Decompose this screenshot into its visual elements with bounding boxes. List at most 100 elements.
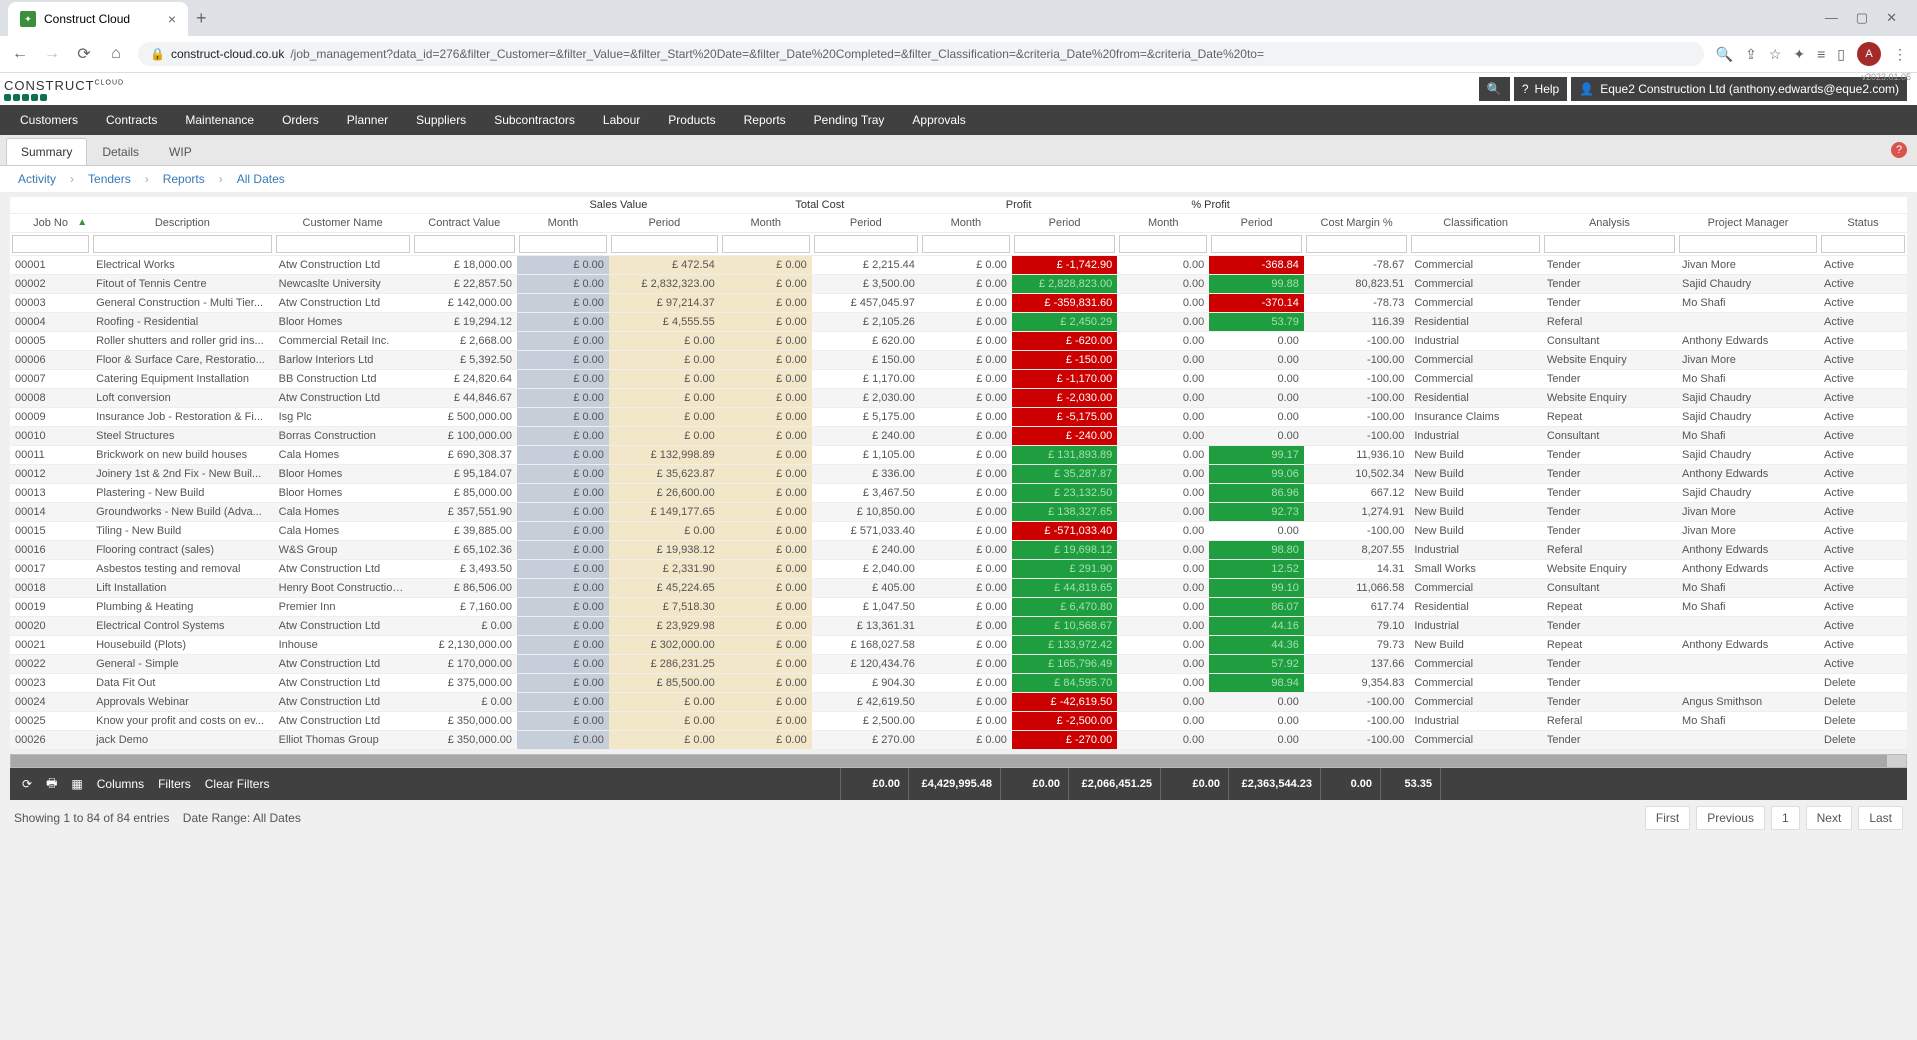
nav-contracts[interactable]: Contracts	[92, 105, 171, 135]
col-class[interactable]: Classification	[1409, 214, 1542, 233]
table-row[interactable]: 00012Joinery 1st & 2nd Fix - New Buil...…	[10, 465, 1907, 484]
subtab-summary[interactable]: Summary	[6, 138, 87, 165]
table-row[interactable]: 00023Data Fit OutAtw Construction Ltd£ 3…	[10, 674, 1907, 693]
filter-input-7[interactable]	[814, 235, 918, 253]
col-pmgr[interactable]: Project Manager	[1677, 214, 1819, 233]
clear-filters-button[interactable]: Clear Filters	[205, 777, 270, 791]
table-row[interactable]: 00008Loft conversionAtw Construction Ltd…	[10, 389, 1907, 408]
table-row[interactable]: 00014Groundworks - New Build (Adva...Cal…	[10, 503, 1907, 522]
col-cm[interactable]: Cost Margin %	[1304, 214, 1409, 233]
columns-button[interactable]: Columns	[97, 777, 144, 791]
prev-page-button[interactable]: Previous	[1696, 806, 1765, 830]
new-tab-button[interactable]: +	[196, 8, 207, 29]
table-row[interactable]: 00007Catering Equipment InstallationBB C…	[10, 370, 1907, 389]
first-page-button[interactable]: First	[1645, 806, 1690, 830]
reload-icon[interactable]: ⟳	[74, 44, 94, 64]
table-row[interactable]: 00009Insurance Job - Restoration & Fi...…	[10, 408, 1907, 427]
filter-input-9[interactable]	[1014, 235, 1115, 253]
star-icon[interactable]: ☆	[1769, 46, 1782, 63]
alert-badge-icon[interactable]: ?	[1891, 142, 1907, 158]
col-stat[interactable]: Status	[1819, 214, 1907, 233]
crumb-tenders[interactable]: Tenders	[88, 172, 131, 186]
filter-input-3[interactable]	[414, 235, 515, 253]
crumb-reports[interactable]: Reports	[163, 172, 205, 186]
table-row[interactable]: 00019Plumbing & HeatingPremier Inn£ 7,16…	[10, 598, 1907, 617]
table-row[interactable]: 00004Roofing - ResidentialBloor Homes£ 1…	[10, 313, 1907, 332]
nav-maintenance[interactable]: Maintenance	[171, 105, 268, 135]
list-icon[interactable]: ≡	[1817, 46, 1825, 62]
excel-icon[interactable]: ▦	[71, 777, 82, 791]
maximize-icon[interactable]: ▢	[1856, 10, 1868, 26]
col-jobno[interactable]: Job No ▲	[10, 214, 91, 233]
table-row[interactable]: 00018Lift InstallationHenry Boot Constru…	[10, 579, 1907, 598]
url-input[interactable]: 🔒 construct-cloud.co.uk/job_management?d…	[138, 42, 1704, 66]
page-number[interactable]: 1	[1771, 806, 1800, 830]
nav-labour[interactable]: Labour	[589, 105, 654, 135]
home-icon[interactable]: ⌂	[106, 45, 126, 63]
table-row[interactable]: 00026jack DemoElliot Thomas Group£ 350,0…	[10, 731, 1907, 750]
table-row[interactable]: 00020Electrical Control SystemsAtw Const…	[10, 617, 1907, 636]
col-cval[interactable]: Contract Value	[412, 214, 517, 233]
account-button[interactable]: 👤Eque2 Construction Ltd (anthony.edwards…	[1571, 77, 1907, 101]
table-row[interactable]: 00021Housebuild (Plots)Inhouse£ 2,130,00…	[10, 636, 1907, 655]
table-row[interactable]: 00003General Construction - Multi Tier..…	[10, 294, 1907, 313]
table-row[interactable]: 00010Steel StructuresBorras Construction…	[10, 427, 1907, 446]
table-row[interactable]: 00025Know your profit and costs on ev...…	[10, 712, 1907, 731]
filter-input-6[interactable]	[722, 235, 810, 253]
col-tcm[interactable]: Month	[720, 214, 812, 233]
table-row[interactable]: 00022General - SimpleAtw Construction Lt…	[10, 655, 1907, 674]
nav-pending-tray[interactable]: Pending Tray	[800, 105, 899, 135]
header-search-button[interactable]: 🔍	[1479, 77, 1510, 101]
forward-icon[interactable]: →	[42, 45, 62, 63]
user-avatar[interactable]: A	[1857, 42, 1881, 66]
col-pm[interactable]: Month	[920, 214, 1012, 233]
filter-input-4[interactable]	[519, 235, 607, 253]
horizontal-scrollbar[interactable]	[10, 754, 1907, 768]
nav-subcontractors[interactable]: Subcontractors	[480, 105, 589, 135]
filter-input-5[interactable]	[611, 235, 718, 253]
nav-products[interactable]: Products	[654, 105, 729, 135]
filter-input-13[interactable]	[1411, 235, 1540, 253]
col-tcp[interactable]: Period	[812, 214, 920, 233]
back-icon[interactable]: ←	[10, 45, 30, 63]
help-button[interactable]: ?Help	[1514, 77, 1567, 101]
browser-tab[interactable]: ✦ Construct Cloud ×	[8, 2, 188, 36]
table-row[interactable]: 00024Approvals WebinarAtw Construction L…	[10, 693, 1907, 712]
filter-input-11[interactable]	[1211, 235, 1302, 253]
puzzle-icon[interactable]: ✦	[1793, 46, 1805, 63]
col-cust[interactable]: Customer Name	[274, 214, 412, 233]
table-row[interactable]: 00005Roller shutters and roller grid ins…	[10, 332, 1907, 351]
nav-reports[interactable]: Reports	[730, 105, 800, 135]
more-icon[interactable]: ⋮	[1893, 46, 1907, 63]
next-page-button[interactable]: Next	[1806, 806, 1853, 830]
refresh-icon[interactable]: ⟳	[22, 777, 32, 791]
col-anal[interactable]: Analysis	[1542, 214, 1677, 233]
reader-icon[interactable]: ▯	[1837, 46, 1845, 63]
close-icon[interactable]: ×	[168, 11, 176, 27]
filter-input-16[interactable]	[1821, 235, 1905, 253]
filter-input-8[interactable]	[922, 235, 1010, 253]
print-icon[interactable]: 🖶	[46, 774, 57, 795]
col-svm[interactable]: Month	[517, 214, 609, 233]
nav-customers[interactable]: Customers	[6, 105, 92, 135]
nav-approvals[interactable]: Approvals	[898, 105, 979, 135]
col-pp[interactable]: Period	[1012, 214, 1117, 233]
nav-orders[interactable]: Orders	[268, 105, 333, 135]
nav-suppliers[interactable]: Suppliers	[402, 105, 480, 135]
table-row[interactable]: 00015Tiling - New BuildCala Homes£ 39,88…	[10, 522, 1907, 541]
subtab-wip[interactable]: WIP	[154, 138, 207, 165]
crumb-activity[interactable]: Activity	[18, 172, 56, 186]
filters-button[interactable]: Filters	[158, 777, 191, 791]
filter-input-15[interactable]	[1679, 235, 1817, 253]
crumb-all-dates[interactable]: All Dates	[237, 172, 285, 186]
table-row[interactable]: 00006Floor & Surface Care, Restoratio...…	[10, 351, 1907, 370]
nav-planner[interactable]: Planner	[333, 105, 402, 135]
search-icon[interactable]: 🔍	[1716, 46, 1733, 63]
filter-input-12[interactable]	[1306, 235, 1407, 253]
col-desc[interactable]: Description	[91, 214, 274, 233]
filter-input-10[interactable]	[1119, 235, 1207, 253]
table-row[interactable]: 00017Asbestos testing and removalAtw Con…	[10, 560, 1907, 579]
last-page-button[interactable]: Last	[1858, 806, 1903, 830]
col-ppp[interactable]: Period	[1209, 214, 1304, 233]
col-svp[interactable]: Period	[609, 214, 720, 233]
